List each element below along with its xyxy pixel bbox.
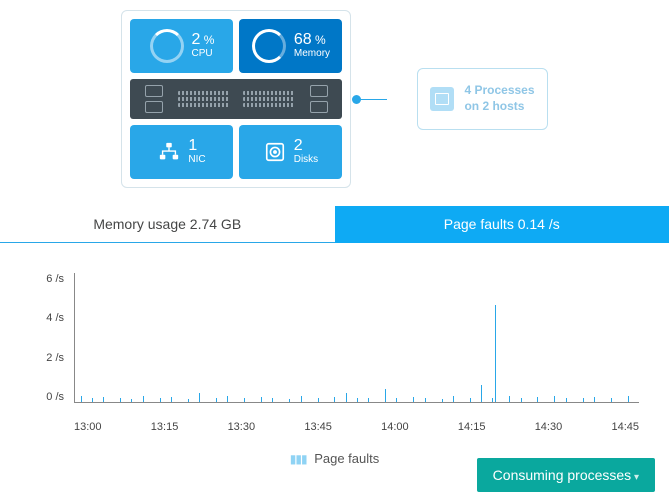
cpu-tile[interactable]: 2 % CPU bbox=[130, 19, 233, 73]
memory-value: 68 bbox=[294, 31, 312, 48]
cpu-label: CPU bbox=[192, 48, 215, 60]
memory-ring-icon bbox=[252, 29, 286, 63]
x-axis: 13:0013:1513:3013:4514:0014:1514:3014:45 bbox=[74, 421, 639, 433]
disks-value: 2 bbox=[294, 138, 318, 154]
nic-label: NIC bbox=[188, 154, 205, 166]
cpu-value: 2 bbox=[192, 31, 201, 48]
processes-line2: on 2 hosts bbox=[464, 99, 534, 115]
connector-line bbox=[357, 99, 387, 100]
disks-tile[interactable]: 2 Disks bbox=[239, 125, 342, 179]
memory-tile[interactable]: 68 % Memory bbox=[239, 19, 342, 73]
overview-panel: 2 % CPU 68 % Memory bbox=[0, 0, 669, 188]
network-icon bbox=[158, 141, 180, 163]
bars-icon: ▮▮▮ bbox=[290, 452, 307, 466]
disk-icon bbox=[264, 141, 286, 163]
tab-memory-usage[interactable]: Memory usage 2.74 GB bbox=[0, 206, 335, 243]
nic-tile[interactable]: 1 NIC bbox=[130, 125, 233, 179]
tab-page-faults[interactable]: Page faults 0.14 /s bbox=[335, 206, 669, 243]
host-card: 2 % CPU 68 % Memory bbox=[121, 10, 351, 188]
processes-line1: 4 Processes bbox=[464, 83, 534, 99]
processes-card[interactable]: 4 Processes on 2 hosts bbox=[417, 68, 547, 129]
tabs: Memory usage 2.74 GB Page faults 0.14 /s bbox=[0, 206, 669, 243]
nic-value: 1 bbox=[188, 138, 205, 154]
plot-area bbox=[74, 273, 639, 403]
legend-label: Page faults bbox=[314, 451, 379, 466]
processes-icon bbox=[430, 87, 454, 111]
page-faults-chart: 6 /s4 /s2 /s0 /s 13:0013:1513:3013:4514:… bbox=[30, 273, 639, 433]
memory-label: Memory bbox=[294, 48, 330, 60]
server-icon bbox=[130, 79, 342, 119]
disks-label: Disks bbox=[294, 154, 318, 166]
consuming-processes-button[interactable]: Consuming processes bbox=[477, 458, 655, 492]
cpu-ring-icon bbox=[150, 29, 184, 63]
y-axis: 6 /s4 /s2 /s0 /s bbox=[30, 273, 64, 403]
